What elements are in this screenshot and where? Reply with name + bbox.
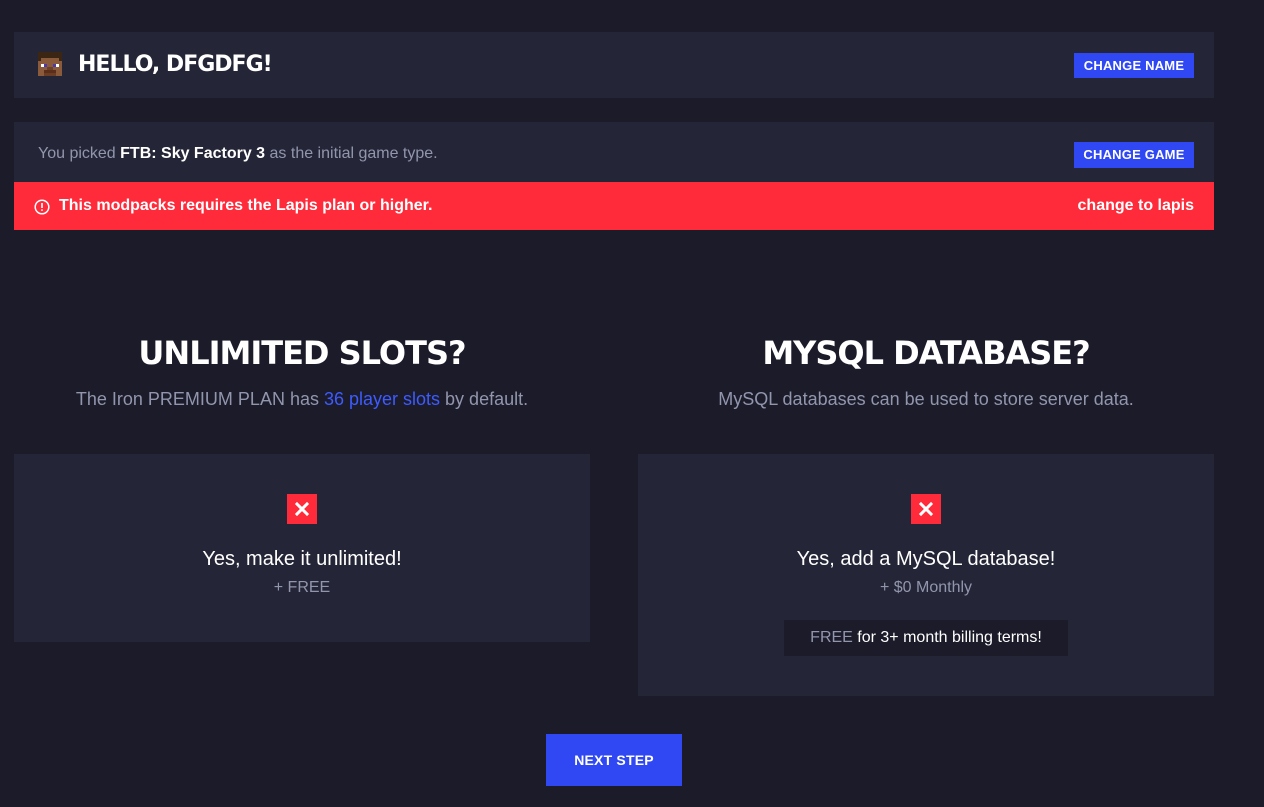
next-step-button[interactable]: NEXT STEP xyxy=(546,734,682,786)
change-game-button[interactable]: CHANGE GAME xyxy=(1074,142,1194,168)
mysql-option-price: + $0 Monthly xyxy=(879,579,973,596)
mysql-section-title: MYSQL DATABASE? xyxy=(762,334,1090,372)
alert-circle-icon xyxy=(34,199,50,215)
mysql-option-label: Yes, add a MySQL database! xyxy=(796,548,1056,570)
minecraft-steve-icon xyxy=(38,52,62,76)
change-to-lapis-link[interactable]: change to lapis xyxy=(1078,196,1194,216)
slots-desc-suffix: by default. xyxy=(440,389,529,409)
mysql-description: MySQL databases can be used to store ser… xyxy=(718,389,1134,409)
alert-message: This modpacks requires the Lapis plan or… xyxy=(59,197,433,214)
close-x-icon[interactable] xyxy=(911,494,941,524)
slots-desc-prefix: The Iron PREMIUM PLAN has xyxy=(75,389,324,409)
plan-warning-alert: This modpacks requires the Lapis plan or… xyxy=(14,182,1214,230)
promo-free-text: FREE xyxy=(810,629,853,646)
player-slots-highlight: 36 player slots xyxy=(323,389,441,409)
game-picked-text: You picked FTB: Sky Factory 3 as the ini… xyxy=(38,144,438,164)
billing-promo-badge: FREE for 3+ month billing terms! xyxy=(784,620,1068,656)
unlimited-option-price: + FREE xyxy=(273,579,331,596)
greeting-panel: HELLO, DFGDFG! CHANGE NAME xyxy=(14,32,1214,98)
unlimited-option-label: Yes, make it unlimited! xyxy=(202,548,402,570)
change-name-button[interactable]: CHANGE NAME xyxy=(1074,53,1194,78)
close-x-icon[interactable] xyxy=(287,494,317,524)
slots-section-title: UNLIMITED SLOTS? xyxy=(138,334,466,372)
game-picked-suffix: as the initial game type. xyxy=(265,145,438,162)
slots-description: The Iron PREMIUM PLAN has 36 player slot… xyxy=(14,387,590,411)
game-name: FTB: Sky Factory 3 xyxy=(120,145,266,162)
mysql-option-card[interactable]: Yes, add a MySQL database! + $0 Monthly … xyxy=(638,454,1214,696)
game-picked-prefix: You picked xyxy=(38,145,121,162)
promo-terms-text: for 3+ month billing terms! xyxy=(852,629,1042,646)
greeting-title: HELLO, DFGDFG! xyxy=(78,52,273,77)
unlimited-slots-option-card[interactable]: Yes, make it unlimited! + FREE xyxy=(14,454,590,642)
game-panel: You picked FTB: Sky Factory 3 as the ini… xyxy=(14,122,1214,182)
